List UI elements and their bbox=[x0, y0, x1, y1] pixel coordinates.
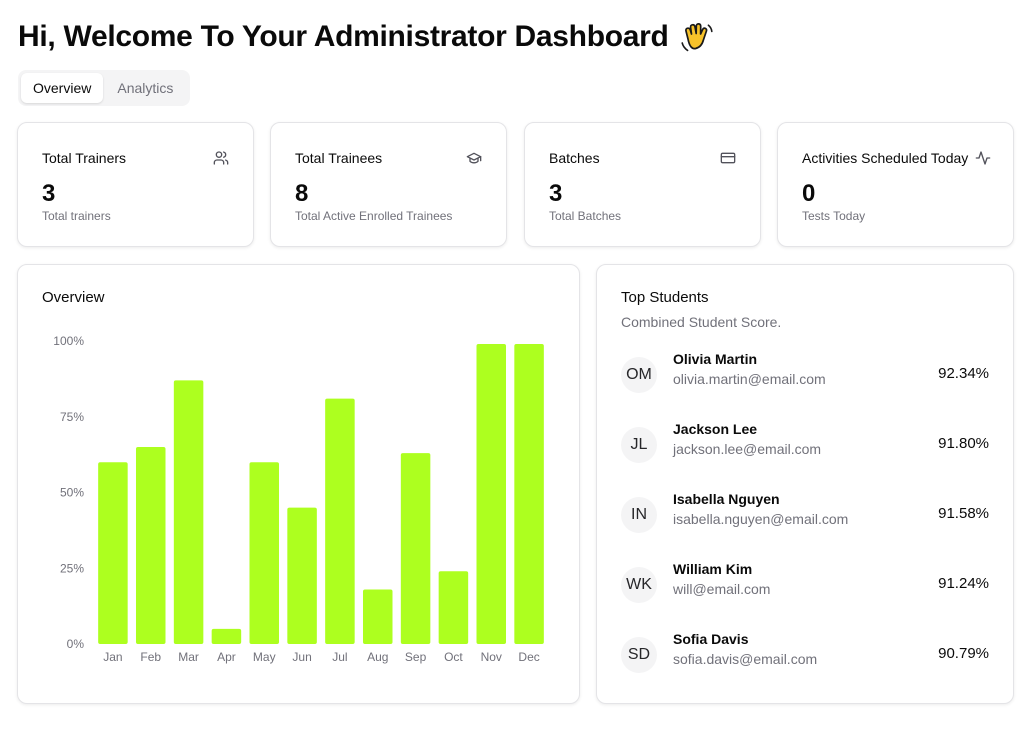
chart-bar-sep[interactable] bbox=[400, 453, 431, 644]
credit-card-icon bbox=[720, 152, 736, 164]
x-tick-label: Nov bbox=[481, 650, 502, 664]
student-score: 91.80% bbox=[938, 435, 989, 452]
student-email: sofia.davis@email.com bbox=[673, 651, 818, 667]
stat-subtitle: Total Active Enrolled Trainees bbox=[295, 209, 453, 223]
student-email: olivia.martin@email.com bbox=[673, 371, 826, 387]
student-score: 91.58% bbox=[938, 505, 989, 522]
x-tick-label: Jul bbox=[332, 650, 347, 664]
student-row[interactable]: OM Olivia Martin olivia.martin@email.com… bbox=[621, 351, 989, 397]
student-email: will@email.com bbox=[673, 581, 771, 597]
x-tick-label: Mar bbox=[178, 650, 199, 664]
student-name: Isabella Nguyen bbox=[673, 491, 780, 507]
student-name: Sofia Davis bbox=[673, 631, 749, 647]
avatar: SD bbox=[621, 637, 657, 673]
graduation-cap-icon bbox=[466, 152, 482, 164]
x-tick-label: Sep bbox=[405, 650, 427, 664]
page-title: Hi, Welcome To Your Administrator Dashbo… bbox=[18, 18, 715, 56]
stat-subtitle: Tests Today bbox=[802, 209, 866, 223]
x-tick-label: Apr bbox=[217, 650, 236, 664]
avatar: JL bbox=[621, 427, 657, 463]
stat-card-total-trainers: Total Trainers 3 Total trainers bbox=[17, 122, 254, 247]
stat-subtitle: Total trainers bbox=[42, 209, 111, 223]
y-tick-label: 100% bbox=[53, 334, 84, 348]
tab-list: Overview Analytics bbox=[18, 70, 190, 106]
tab-overview[interactable]: Overview bbox=[21, 73, 104, 103]
stat-subtitle: Total Batches bbox=[549, 209, 622, 223]
student-email: jackson.lee@email.com bbox=[673, 441, 822, 457]
stat-card-activities-today: Activities Scheduled Today 0 Tests Today bbox=[777, 122, 1014, 247]
x-tick-label: Jun bbox=[292, 650, 311, 664]
chart-bar-jul[interactable] bbox=[325, 398, 355, 644]
x-tick-label: Oct bbox=[444, 650, 463, 664]
chart-bar-may[interactable] bbox=[249, 462, 280, 644]
chart-bar-jun[interactable] bbox=[287, 507, 317, 644]
stat-value: 3 bbox=[42, 180, 56, 207]
users-icon bbox=[213, 151, 229, 165]
student-row[interactable]: SD Sofia Davis sofia.davis@email.com 90.… bbox=[621, 631, 989, 677]
x-tick-label: Aug bbox=[367, 650, 388, 664]
y-tick-label: 25% bbox=[60, 561, 84, 575]
x-tick-label: Dec bbox=[518, 650, 539, 664]
chart-bar-aug[interactable] bbox=[362, 589, 393, 644]
student-row[interactable]: IN Isabella Nguyen isabella.nguyen@email… bbox=[621, 491, 989, 537]
waving-hand-icon bbox=[680, 23, 713, 52]
chart-bar-mar[interactable] bbox=[173, 380, 204, 644]
student-email: isabella.nguyen@email.com bbox=[673, 511, 849, 527]
top-students-subtitle: Combined Student Score. bbox=[621, 314, 782, 330]
student-name: Jackson Lee bbox=[673, 421, 758, 437]
avatar: OM bbox=[621, 357, 657, 393]
stat-title: Batches bbox=[549, 150, 600, 166]
chart-bar-feb[interactable] bbox=[135, 447, 166, 644]
x-tick-label: Jan bbox=[103, 650, 122, 664]
stat-card-total-trainees: Total Trainees 8 Total Active Enrolled T… bbox=[270, 122, 507, 247]
chart-bar-jan[interactable] bbox=[98, 462, 128, 644]
stat-title: Total Trainees bbox=[295, 150, 383, 166]
y-tick-label: 50% bbox=[60, 486, 84, 500]
avatar: WK bbox=[621, 567, 657, 603]
overview-card: Overview 0% 25% 50% 75% 100% Jan Feb Mar Apr May J… bbox=[17, 264, 580, 704]
page-title-text: Hi, Welcome To Your Administrator Dashbo… bbox=[18, 20, 669, 53]
stat-value: 3 bbox=[549, 180, 563, 207]
x-tick-label: May bbox=[253, 650, 276, 664]
chart-bar-nov[interactable] bbox=[476, 344, 507, 644]
student-score: 90.79% bbox=[938, 645, 989, 662]
stat-value: 0 bbox=[802, 180, 816, 207]
x-tick-label: Feb bbox=[140, 650, 161, 664]
avatar: IN bbox=[621, 497, 657, 533]
chart-bar-apr[interactable] bbox=[211, 628, 242, 644]
y-tick-label: 0% bbox=[67, 637, 85, 651]
student-score: 92.34% bbox=[938, 365, 989, 382]
activity-icon bbox=[975, 151, 991, 165]
chart-bar-dec[interactable] bbox=[514, 344, 544, 644]
student-row[interactable]: JL Jackson Lee jackson.lee@email.com 91.… bbox=[621, 421, 989, 467]
stat-card-batches: Batches 3 Total Batches bbox=[524, 122, 761, 247]
student-name: William Kim bbox=[673, 561, 753, 577]
stat-value: 8 bbox=[295, 180, 309, 207]
stat-title: Total Trainers bbox=[42, 150, 127, 166]
student-name: Olivia Martin bbox=[673, 351, 758, 367]
y-tick-label: 75% bbox=[60, 410, 84, 424]
tab-analytics[interactable]: Analytics bbox=[105, 73, 185, 103]
stat-title: Activities Scheduled Today bbox=[802, 150, 969, 166]
overview-bar-chart: 0% 25% 50% 75% 100% Jan Feb Mar Apr May Jun Jul Aug S… bbox=[53, 334, 544, 664]
student-row[interactable]: WK William Kim will@email.com 91.24% bbox=[621, 561, 989, 607]
student-score: 91.24% bbox=[938, 575, 989, 592]
top-students-title: Top Students bbox=[621, 289, 709, 306]
top-students-card: Top Students Combined Student Score. OM … bbox=[596, 264, 1014, 704]
chart-bar-oct[interactable] bbox=[438, 571, 469, 644]
